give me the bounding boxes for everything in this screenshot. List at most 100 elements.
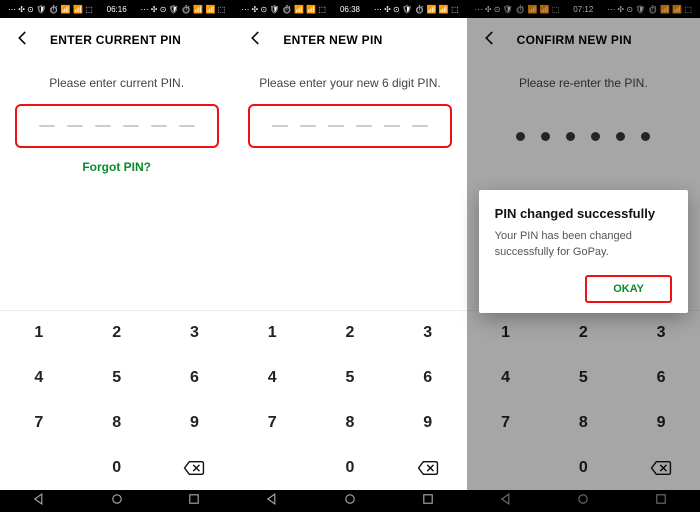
nav-back-icon[interactable] xyxy=(32,492,46,511)
screen-2: ⋯ ✣ ⊙ 🛡 ⏱ 📶 📶 ⬚07:12⋯ ✣ ⊙ 🛡 ⏱ 📶 📶 ⬚ CONFI… xyxy=(467,0,700,512)
pin-digit xyxy=(95,125,111,127)
pin-dot xyxy=(541,132,550,141)
page-title: ENTER NEW PIN xyxy=(283,33,382,47)
back-icon[interactable] xyxy=(247,29,265,52)
keypad-1[interactable]: 1 xyxy=(467,311,545,356)
prompt-text: Please enter current PIN. xyxy=(49,76,184,90)
screen-0: ⋯ ✣ ⊙ 🛡 ⏱ 📶 📶 ⬚06:16⋯ ✣ ⊙ 🛡 ⏱ 📶 📶 ⬚ ENTER… xyxy=(0,0,233,512)
pin-digit xyxy=(328,125,344,127)
status-time: 06:38 xyxy=(340,5,360,14)
pin-dot xyxy=(641,132,650,141)
keypad-7[interactable]: 7 xyxy=(467,401,545,446)
content: Please enter your new 6 digit PIN. xyxy=(233,62,466,148)
nav-recent-icon[interactable] xyxy=(187,492,201,511)
keypad-7[interactable]: 7 xyxy=(233,401,311,446)
keypad: 123 456 7890 xyxy=(0,310,233,490)
keypad-2[interactable]: 2 xyxy=(78,311,156,356)
pin-digit xyxy=(67,125,83,127)
nav-home-icon[interactable] xyxy=(576,492,590,511)
keypad-3[interactable]: 3 xyxy=(622,311,700,356)
back-icon[interactable] xyxy=(14,29,32,52)
pin-digit xyxy=(151,125,167,127)
pin-input[interactable] xyxy=(248,104,452,148)
pin-digit xyxy=(179,125,195,127)
keypad-0[interactable]: 0 xyxy=(544,445,622,490)
okay-button[interactable]: OKAY xyxy=(585,275,672,303)
top-bar: ENTER NEW PIN xyxy=(233,18,466,62)
pin-digit xyxy=(39,125,55,127)
keypad-6[interactable]: 6 xyxy=(156,356,234,401)
pin-dots xyxy=(516,132,650,141)
pin-digit xyxy=(384,125,400,127)
keypad-4[interactable]: 4 xyxy=(233,356,311,401)
nav-home-icon[interactable] xyxy=(343,492,357,511)
top-bar: ENTER CURRENT PIN xyxy=(0,18,233,62)
screen-1: ⋯ ✣ ⊙ 🛡 ⏱ 📶 📶 ⬚06:38⋯ ✣ ⊙ 🛡 ⏱ 📶 📶 ⬚ ENTER… xyxy=(233,0,466,512)
status-bar: ⋯ ✣ ⊙ 🛡 ⏱ 📶 📶 ⬚07:12⋯ ✣ ⊙ 🛡 ⏱ 📶 📶 ⬚ xyxy=(467,0,700,18)
pin-digit xyxy=(272,125,288,127)
keypad-2[interactable]: 2 xyxy=(311,311,389,356)
keypad-3[interactable]: 3 xyxy=(389,311,467,356)
keypad-empty xyxy=(233,445,311,490)
nav-bar xyxy=(0,490,233,512)
keypad-6[interactable]: 6 xyxy=(389,356,467,401)
keypad-4[interactable]: 4 xyxy=(0,356,78,401)
dialog-body: Your PIN has been changed successfully f… xyxy=(495,229,672,261)
pin-dot xyxy=(516,132,525,141)
page-title: CONFIRM NEW PIN xyxy=(517,33,632,47)
prompt-text: Please enter your new 6 digit PIN. xyxy=(259,76,440,90)
keypad-5[interactable]: 5 xyxy=(544,356,622,401)
content: Please re-enter the PIN. xyxy=(467,62,700,141)
keypad-1[interactable]: 1 xyxy=(233,311,311,356)
keypad-8[interactable]: 8 xyxy=(544,401,622,446)
keypad-4[interactable]: 4 xyxy=(467,356,545,401)
pin-digit xyxy=(300,125,316,127)
keypad-delete[interactable] xyxy=(389,445,467,490)
nav-home-icon[interactable] xyxy=(110,492,124,511)
content: Please enter current PIN. Forgot PIN? xyxy=(0,62,233,174)
pin-input[interactable] xyxy=(15,104,219,148)
keypad-delete[interactable] xyxy=(622,445,700,490)
keypad-8[interactable]: 8 xyxy=(311,401,389,446)
pin-digit xyxy=(123,125,139,127)
status-bar: ⋯ ✣ ⊙ 🛡 ⏱ 📶 📶 ⬚06:38⋯ ✣ ⊙ 🛡 ⏱ 📶 📶 ⬚ xyxy=(233,0,466,18)
pin-digit xyxy=(412,125,428,127)
keypad-9[interactable]: 9 xyxy=(389,401,467,446)
keypad-8[interactable]: 8 xyxy=(78,401,156,446)
nav-back-icon[interactable] xyxy=(499,492,513,511)
keypad-5[interactable]: 5 xyxy=(78,356,156,401)
keypad-empty xyxy=(0,445,78,490)
keypad-7[interactable]: 7 xyxy=(0,401,78,446)
keypad-3[interactable]: 3 xyxy=(156,311,234,356)
keypad-0[interactable]: 0 xyxy=(311,445,389,490)
keypad-9[interactable]: 9 xyxy=(622,401,700,446)
back-icon[interactable] xyxy=(481,29,499,52)
keypad-9[interactable]: 9 xyxy=(156,401,234,446)
keypad-empty xyxy=(467,445,545,490)
success-dialog: PIN changed successfully Your PIN has bee… xyxy=(479,190,688,313)
keypad: 123 456 7890 xyxy=(233,310,466,490)
nav-recent-icon[interactable] xyxy=(654,492,668,511)
status-time: 06:16 xyxy=(107,5,127,14)
status-time: 07:12 xyxy=(573,5,593,14)
dialog-heading: PIN changed successfully xyxy=(495,206,672,221)
pin-dot xyxy=(566,132,575,141)
nav-recent-icon[interactable] xyxy=(421,492,435,511)
prompt-text: Please re-enter the PIN. xyxy=(519,76,648,90)
pin-dot xyxy=(616,132,625,141)
page-title: ENTER CURRENT PIN xyxy=(50,33,181,47)
top-bar: CONFIRM NEW PIN xyxy=(467,18,700,62)
nav-bar xyxy=(233,490,466,512)
status-bar: ⋯ ✣ ⊙ 🛡 ⏱ 📶 📶 ⬚06:16⋯ ✣ ⊙ 🛡 ⏱ 📶 📶 ⬚ xyxy=(0,0,233,18)
keypad-5[interactable]: 5 xyxy=(311,356,389,401)
keypad-2[interactable]: 2 xyxy=(544,311,622,356)
pin-dot xyxy=(591,132,600,141)
keypad-delete[interactable] xyxy=(156,445,234,490)
keypad-6[interactable]: 6 xyxy=(622,356,700,401)
nav-bar xyxy=(467,490,700,512)
keypad-1[interactable]: 1 xyxy=(0,311,78,356)
keypad-0[interactable]: 0 xyxy=(78,445,156,490)
nav-back-icon[interactable] xyxy=(265,492,279,511)
pin-digit xyxy=(356,125,372,127)
forgot-pin-link[interactable]: Forgot PIN? xyxy=(82,160,151,174)
